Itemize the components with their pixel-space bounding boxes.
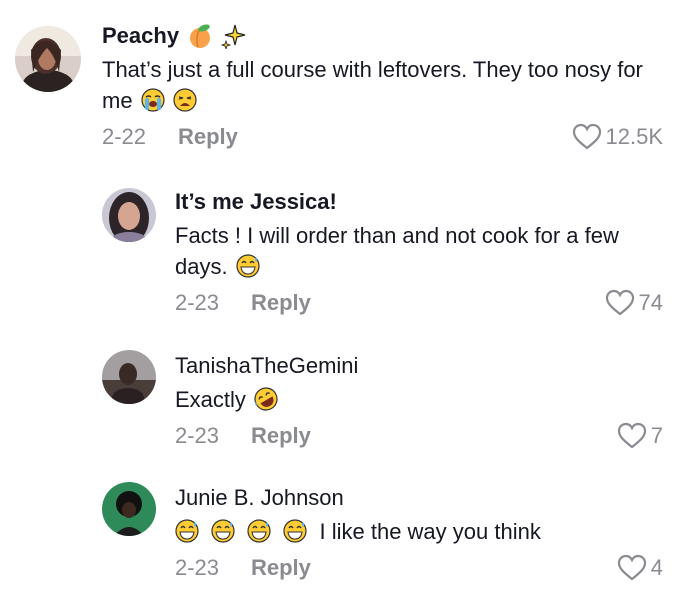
like-button[interactable]: 7 (617, 421, 663, 451)
comment-text-label: I like the way you think (319, 519, 541, 544)
grinning-sweat-face-icon (175, 519, 199, 543)
username-label: Peachy (102, 23, 180, 48)
like-count: 74 (638, 290, 663, 315)
avatar-image (102, 188, 156, 242)
username[interactable]: Junie B. Johnson (175, 484, 663, 512)
avatar[interactable] (102, 188, 156, 242)
comment-date: 2-23 (175, 423, 220, 448)
avatar[interactable] (102, 482, 156, 536)
comment-text-label: Exactly (175, 387, 246, 412)
peach-icon (187, 23, 213, 49)
username[interactable]: It’s me Jessica! (175, 188, 663, 216)
comment-text: I like the way you think (175, 516, 663, 547)
heart-icon (572, 123, 601, 150)
comment-meta: 2-23 Reply 7 (175, 421, 663, 451)
comment-date: 2-22 (102, 124, 147, 149)
like-button[interactable]: 12.5K (572, 122, 664, 152)
username-label: Junie B. Johnson (175, 485, 344, 510)
grinning-sweat-face-icon (283, 519, 307, 543)
grinning-sweat-face-icon (211, 519, 235, 543)
like-button[interactable]: 74 (605, 288, 663, 318)
username-label: It’s me Jessica! (175, 189, 337, 214)
comment-meta: 2-22 Reply 12.5K (102, 122, 663, 152)
sparkles-icon (221, 23, 247, 49)
like-button[interactable]: 4 (617, 553, 663, 583)
avatar[interactable] (15, 26, 81, 92)
weary-face-icon (173, 88, 197, 112)
comment-text: That’s just a full course with leftovers… (102, 54, 663, 116)
reply-button[interactable]: Reply (251, 555, 311, 581)
avatar-image (102, 350, 156, 404)
comment-date: 2-23 (175, 555, 220, 580)
grinning-sweat-face-icon (236, 254, 260, 278)
comment-text: Facts ! I will order than and not cook f… (175, 220, 663, 282)
rolling-on-floor-laughing-icon (254, 387, 278, 411)
avatar[interactable] (102, 350, 156, 404)
avatar-image (15, 26, 81, 92)
reply-button[interactable]: Reply (251, 423, 311, 449)
like-count: 7 (650, 423, 663, 448)
username[interactable]: TanishaTheGemini (175, 352, 663, 380)
comment-date: 2-23 (175, 290, 220, 315)
avatar-image (102, 482, 156, 536)
username[interactable]: Peachy (102, 22, 663, 50)
reply-button[interactable]: Reply (178, 124, 238, 150)
loudly-crying-face-icon (141, 88, 165, 112)
comment-meta: 2-23 Reply 4 (175, 553, 663, 583)
like-count: 4 (650, 555, 663, 580)
heart-icon (617, 422, 646, 449)
username-label: TanishaTheGemini (175, 353, 359, 378)
comment-text: Exactly (175, 384, 663, 415)
comment-meta: 2-23 Reply 74 (175, 288, 663, 318)
grinning-sweat-face-icon (247, 519, 271, 543)
heart-icon (617, 554, 646, 581)
like-count: 12.5K (605, 124, 664, 149)
heart-icon (605, 289, 634, 316)
reply-button[interactable]: Reply (251, 290, 311, 316)
